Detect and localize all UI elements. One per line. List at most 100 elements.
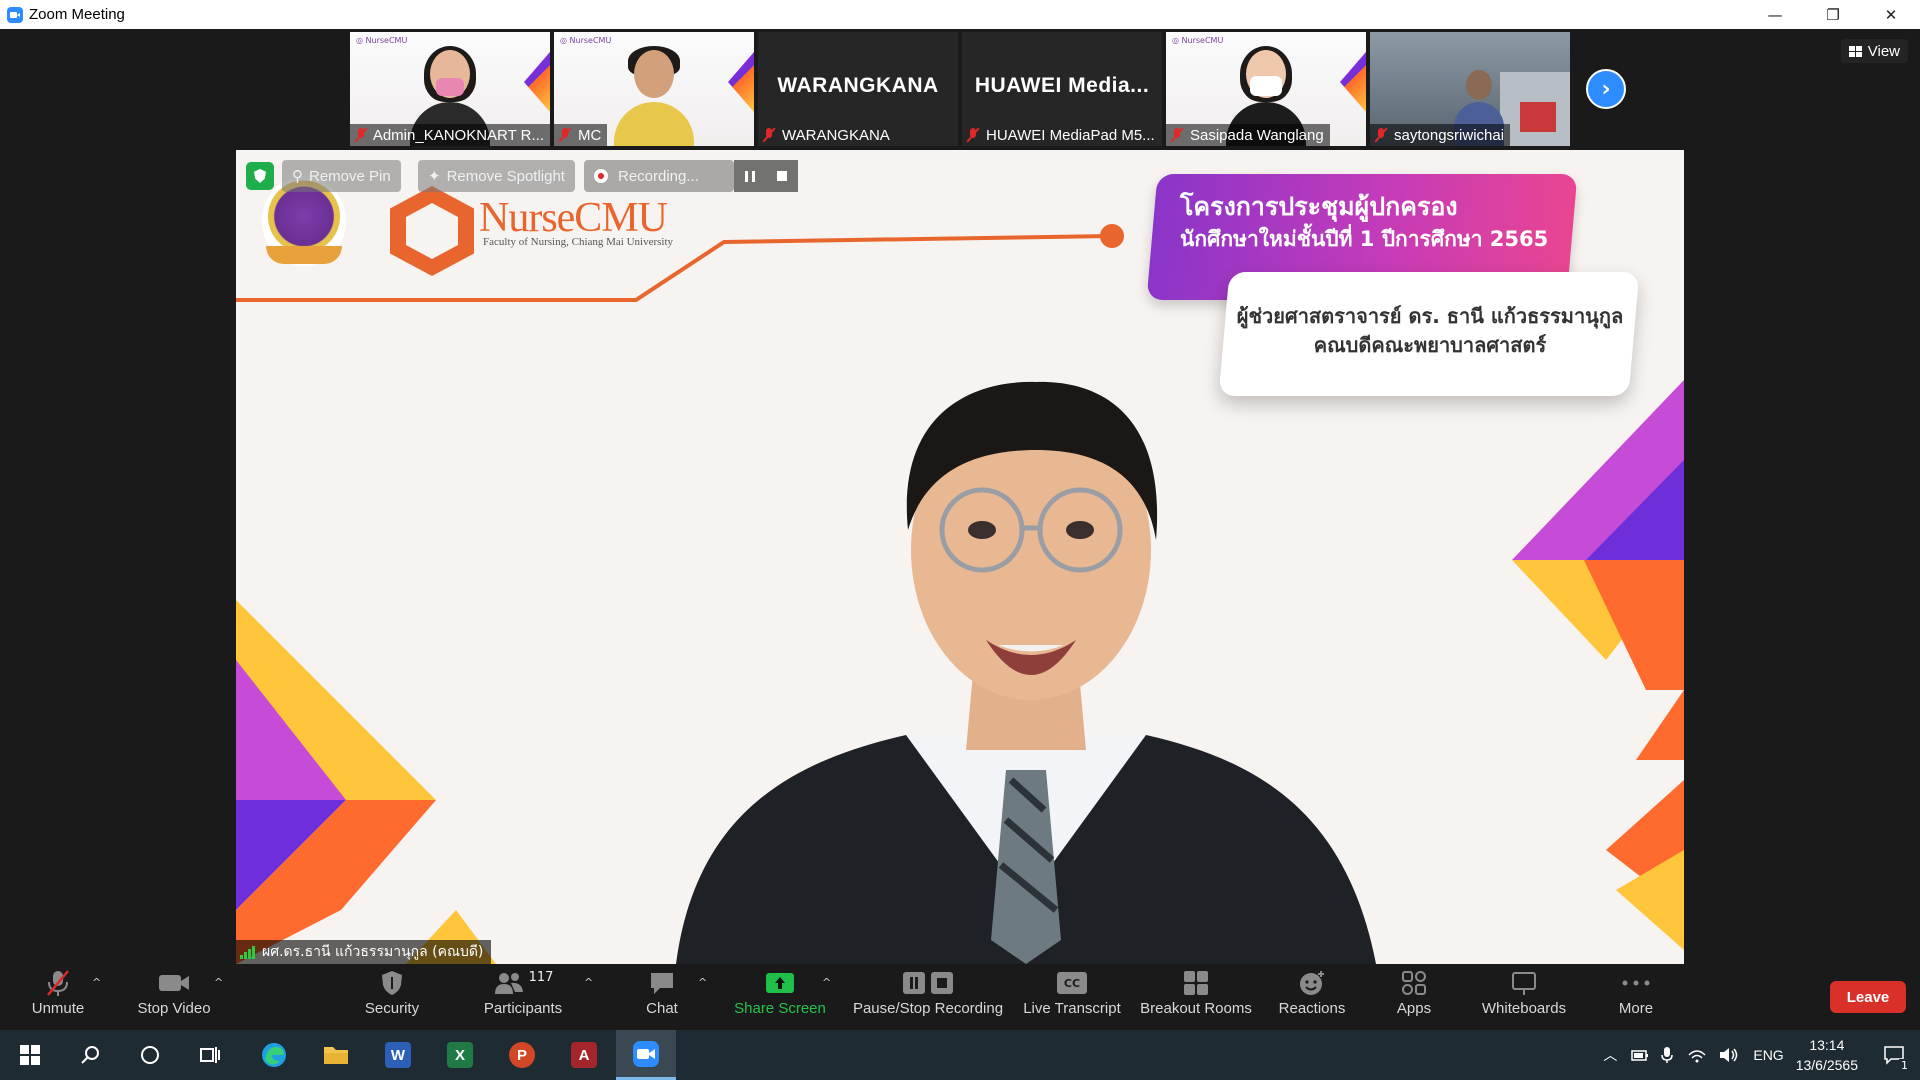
audio-options-caret[interactable]: ^ — [92, 976, 101, 989]
powerpoint-taskbar-button[interactable]: P — [492, 1030, 552, 1080]
pause-stop-recording-button[interactable]: Pause/Stop Recording — [848, 968, 1008, 1026]
input-language[interactable]: ENG — [1753, 1047, 1783, 1063]
chat-options-caret[interactable]: ^ — [698, 976, 707, 989]
nursecmu-mini-logo: ◎ NurseCMU — [1172, 36, 1224, 45]
closed-caption-icon: CC — [1057, 972, 1087, 994]
pause-stop-recording-icon — [903, 972, 953, 994]
participant-tile[interactable]: ◎ NurseCMU Admin_KANOKNART R... — [350, 32, 550, 146]
background-object — [1520, 102, 1556, 132]
file-explorer-taskbar-button[interactable] — [306, 1030, 366, 1080]
video-options-caret[interactable]: ^ — [214, 976, 223, 989]
muted-mic-icon — [966, 127, 980, 143]
volume-icon[interactable] — [1719, 1047, 1739, 1063]
show-hidden-icons-chevron[interactable]: ︿ — [1603, 1045, 1617, 1065]
close-button[interactable]: ✕ — [1862, 0, 1920, 29]
speaker-name-line: ผู้ช่วยศาสตราจารย์ ดร. ธานี แก้วธรรมานุก… — [1236, 304, 1624, 328]
participants-icon — [494, 973, 523, 994]
participant-name-label: saytongsriwichai — [1370, 124, 1511, 146]
stop-video-button[interactable]: Stop Video — [134, 968, 214, 1026]
next-page-button[interactable]: › — [1586, 69, 1626, 109]
start-button[interactable] — [0, 1030, 60, 1080]
clock-time: 13:14 — [1809, 1037, 1845, 1053]
participant-count: 117 — [528, 970, 554, 985]
leave-button[interactable]: Leave — [1830, 981, 1906, 1013]
access-icon: A — [571, 1042, 597, 1068]
security-button[interactable]: Security — [352, 968, 432, 1026]
pin-icon: ⚲ — [292, 168, 303, 185]
nursecmu-logo-text: NurseCMU — [479, 195, 668, 241]
breakout-rooms-button[interactable]: Breakout Rooms — [1136, 968, 1256, 1026]
zoom-taskbar-button[interactable] — [616, 1030, 676, 1080]
video-camera-icon — [159, 975, 189, 991]
search-button[interactable] — [60, 1030, 120, 1080]
participant-display-name: HUAWEI Media... — [974, 74, 1150, 97]
excel-taskbar-button[interactable]: X — [430, 1030, 490, 1080]
battery-icon[interactable] — [1631, 1048, 1649, 1062]
unmute-button[interactable]: Unmute — [28, 968, 88, 1026]
pause-recording-button[interactable] — [734, 160, 766, 192]
cmu-crest-band — [266, 246, 342, 264]
access-taskbar-button[interactable]: A — [554, 1030, 614, 1080]
system-tray: ︿ ENG 13:14 13/6/2565 1 — [1603, 1030, 1920, 1080]
stop-icon — [777, 171, 787, 181]
participant-tile[interactable]: ◎ NurseCMU MC — [554, 32, 754, 146]
muted-mic-icon — [1170, 127, 1184, 143]
clock[interactable]: 13:14 13/6/2565 — [1796, 1035, 1858, 1075]
share-options-caret[interactable]: ^ — [822, 976, 831, 989]
reactions-button[interactable]: Reactions — [1272, 968, 1352, 1026]
spotlight-icon: ✦ — [428, 168, 441, 185]
microphone-tray-icon[interactable] — [1661, 1046, 1674, 1064]
participant-name-label: MC — [554, 124, 608, 146]
cortana-button[interactable] — [120, 1030, 180, 1080]
smiley-icon — [1300, 971, 1324, 995]
more-button[interactable]: More — [1606, 968, 1666, 1026]
signal-strength-icon — [240, 945, 256, 959]
wifi-icon[interactable] — [1687, 1047, 1707, 1063]
chat-button[interactable]: Chat — [632, 968, 692, 1026]
word-taskbar-button[interactable]: W — [368, 1030, 428, 1080]
share-screen-button[interactable]: Share Screen — [730, 968, 830, 1026]
title-bar: Zoom Meeting — ❐ ✕ — [0, 0, 1920, 29]
pause-icon — [745, 170, 755, 182]
breakout-rooms-icon — [1184, 971, 1208, 995]
participants-button[interactable]: 117 Participants — [478, 968, 568, 1026]
action-center-button[interactable]: 1 — [1872, 1030, 1916, 1080]
participant-name-label: HUAWEI MediaPad M5... — [962, 124, 1161, 146]
participant-tile[interactable]: WARANGKANA WARANGKANA — [758, 32, 958, 146]
zoom-app-icon — [7, 6, 23, 23]
participant-avatar — [614, 46, 694, 146]
task-view-icon — [200, 1047, 220, 1063]
grid-icon — [1848, 45, 1862, 57]
restore-button[interactable]: ❐ — [1804, 0, 1862, 29]
windows-logo-icon — [20, 1045, 40, 1065]
shield-icon — [382, 971, 402, 995]
stop-recording-button[interactable] — [766, 160, 798, 192]
task-view-button[interactable] — [180, 1030, 240, 1080]
participant-display-name: WARANGKANA — [777, 74, 939, 97]
edge-taskbar-button[interactable] — [244, 1030, 304, 1080]
remove-pin-button[interactable]: ⚲ Remove Pin — [282, 160, 401, 192]
apps-button[interactable]: Apps — [1384, 968, 1444, 1026]
speaker-figure — [676, 381, 1376, 964]
participant-tile[interactable]: ◎ NurseCMU Sasipada Wanglang — [1166, 32, 1366, 146]
notification-count: 1 — [1899, 1059, 1910, 1072]
active-speaker-video[interactable]: NurseCMU Faculty of Nursing, Chiang Mai … — [236, 150, 1684, 964]
participant-tile[interactable]: saytongsriwichai — [1370, 32, 1570, 146]
powerpoint-icon: P — [509, 1042, 535, 1068]
event-title-line1: โครงการประชุมผู้ปกครอง — [1180, 192, 1458, 221]
more-dots-icon — [1622, 980, 1650, 986]
excel-icon: X — [447, 1042, 473, 1068]
muted-mic-icon — [558, 127, 572, 143]
record-icon — [594, 169, 608, 183]
participants-options-caret[interactable]: ^ — [584, 976, 593, 989]
muted-mic-icon — [762, 127, 776, 143]
live-transcript-button[interactable]: CC Live Transcript — [1020, 968, 1124, 1026]
encryption-shield-icon[interactable] — [246, 162, 274, 190]
participant-tile[interactable]: HUAWEI Media... HUAWEI MediaPad M5... — [962, 32, 1162, 146]
minimize-button[interactable]: — — [1746, 0, 1804, 29]
meeting-toolbar: Unmute ^ Stop Video ^ Security 117 Parti… — [0, 964, 1920, 1030]
remove-spotlight-button[interactable]: ✦ Remove Spotlight — [418, 160, 575, 192]
whiteboards-button[interactable]: Whiteboards — [1474, 968, 1574, 1026]
view-button[interactable]: View — [1840, 39, 1908, 63]
word-icon: W — [385, 1042, 411, 1068]
